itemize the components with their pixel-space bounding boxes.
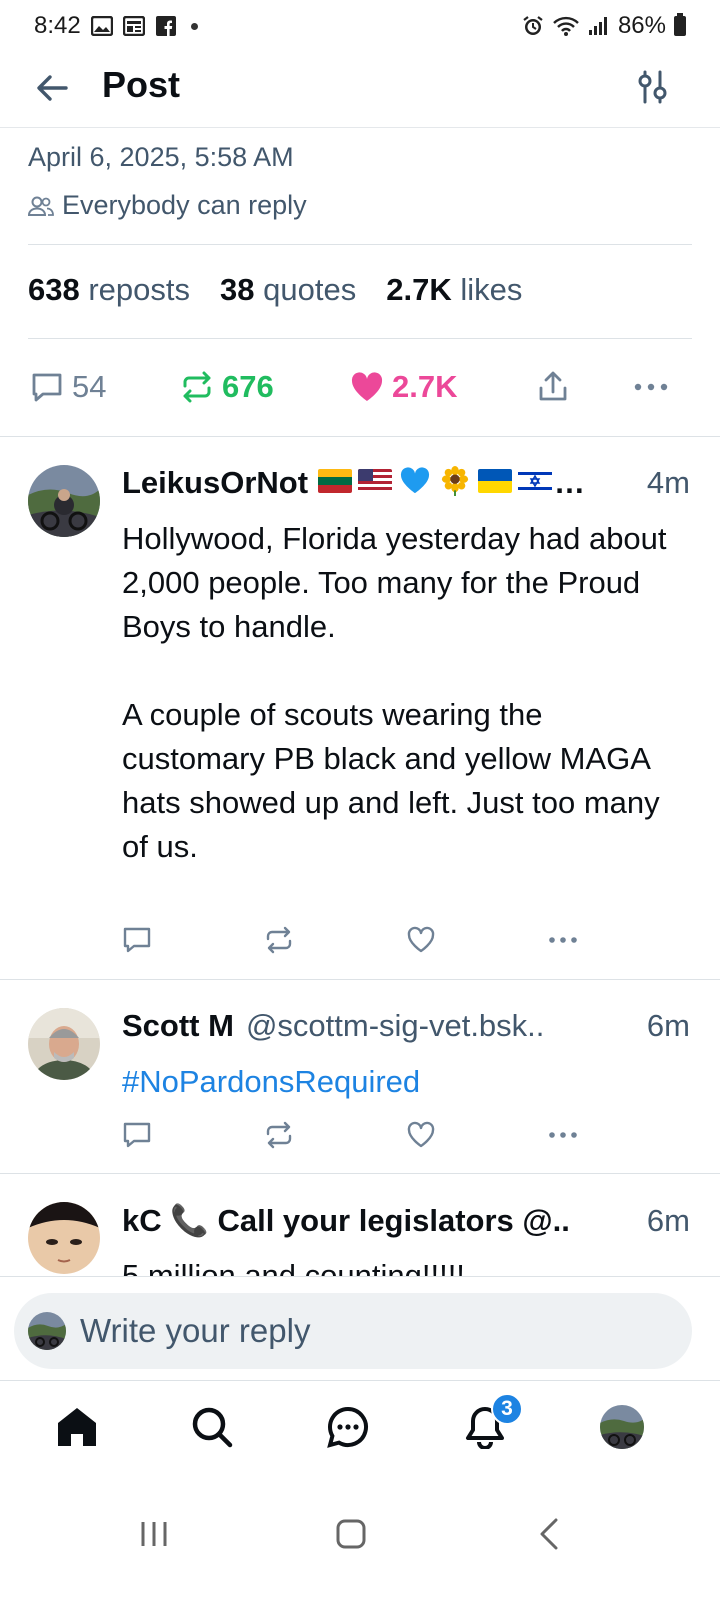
alarm-icon (522, 15, 544, 37)
share-button[interactable] (536, 362, 570, 412)
reply-time: 6m (646, 1008, 690, 1043)
ukraine-flag (478, 469, 513, 493)
repost-icon[interactable] (264, 1120, 294, 1150)
heart-icon[interactable] (406, 925, 436, 955)
nav-notifications[interactable]: 3 (461, 1393, 523, 1451)
battery-icon (674, 13, 686, 36)
blue-heart (400, 467, 430, 494)
back-button[interactable] (34, 70, 70, 106)
ellipsis-icon[interactable] (548, 925, 578, 955)
app-header: Post (0, 52, 720, 128)
gallery-icon (90, 15, 113, 37)
reply-text: Hollywood, Florida yesterday had about 2… (122, 521, 667, 864)
sunflower (441, 466, 469, 496)
battery-percent: 86% (617, 12, 666, 39)
home-button-icon[interactable] (331, 1514, 371, 1554)
reply-setting-label: Everybody can reply (62, 190, 307, 220)
reply-setting[interactable]: Everybody can reply (28, 190, 307, 221)
wifi-icon (552, 15, 580, 37)
author-name[interactable]: LeikusOrNot (122, 465, 308, 501)
home-icon (58, 1408, 96, 1446)
repost-icon[interactable] (264, 925, 294, 955)
nav-profile[interactable] (598, 1403, 646, 1451)
search-icon (192, 1407, 233, 1448)
my-avatar (28, 1312, 66, 1350)
nav-chat[interactable] (324, 1403, 372, 1451)
avatar[interactable] (28, 1008, 100, 1080)
reply-actions (122, 925, 592, 955)
status-bar: 8:42 86% (0, 0, 720, 52)
post-date: April 6, 2025, 5:58 AM (28, 142, 294, 172)
facebook-icon (155, 15, 177, 37)
sliders-icon (638, 70, 667, 104)
reply-time: 6m (646, 1203, 690, 1238)
status-time: 8:42 (34, 12, 81, 39)
comment-icon[interactable] (122, 925, 152, 955)
reply-item[interactable]: kC 📞 Call your legislators @.. 6m 5 mill… (0, 1174, 720, 1276)
reply-input-container[interactable] (14, 1293, 692, 1369)
system-nav-bar (0, 1484, 720, 1600)
author-handle[interactable]: @scottm-sig-vet.bsk.. (246, 1008, 544, 1044)
reply-time: 4m (646, 465, 690, 500)
arrow-left-icon (37, 75, 68, 101)
author-name[interactable]: Scott M (122, 1008, 234, 1044)
notification-badge: 3 (491, 1393, 523, 1425)
comment-icon (32, 373, 62, 402)
bottom-nav: 3 (0, 1380, 720, 1484)
reposts-stat[interactable]: 638 reposts (28, 272, 190, 308)
heart-filled-icon (351, 372, 383, 401)
thread-options-button[interactable] (636, 68, 670, 106)
profile-avatar (600, 1405, 644, 1449)
share-icon (539, 371, 567, 401)
avatar[interactable] (28, 465, 100, 537)
lithuania-flag (318, 469, 353, 493)
news-icon (122, 15, 145, 37)
more-options-button[interactable] (634, 362, 668, 412)
reply-header: LeikusOrNot … 4m (122, 465, 690, 501)
repost-button[interactable]: 676 (180, 362, 274, 412)
flag-emojis (312, 466, 553, 496)
usa-flag (358, 469, 393, 493)
like-button[interactable]: 2.7K (350, 362, 457, 412)
israel-flag (518, 469, 553, 493)
reply-header: Scott M @scottm-sig-vet.bsk.. 6m (122, 1008, 690, 1044)
avatar[interactable] (28, 1202, 100, 1274)
author-name[interactable]: kC 📞 Call your legislators @.. (122, 1202, 570, 1239)
ellipsis-icon (634, 383, 668, 391)
comment-icon[interactable] (122, 1120, 152, 1150)
reply-item[interactable]: LeikusOrNot … 4m Hollywood, Florida yest… (0, 437, 720, 979)
heart-icon[interactable] (406, 1120, 436, 1150)
comment-button[interactable]: 54 (30, 362, 106, 412)
nav-search[interactable] (188, 1403, 236, 1451)
reply-actions (122, 1120, 592, 1150)
notification-dot (190, 22, 198, 30)
signal-icon (588, 15, 610, 37)
post-stats: 638 reposts 38 quotes 2.7K likes (28, 272, 522, 308)
nav-home[interactable] (53, 1403, 101, 1451)
quotes-stat[interactable]: 38 quotes (220, 272, 356, 308)
divider (28, 244, 692, 245)
ellipsis-icon[interactable] (548, 1120, 578, 1150)
reply-text: 5 million and counting!!!!! (122, 1258, 465, 1276)
divider (28, 338, 692, 339)
reply-input[interactable] (80, 1312, 640, 1350)
hashtag-link[interactable]: #NoPardonsRequired (122, 1060, 682, 1104)
people-icon (28, 196, 54, 216)
reply-composer (0, 1276, 720, 1380)
post-actions: 54 676 2.7K (30, 362, 690, 412)
chat-icon (327, 1406, 368, 1448)
page-title: Post (102, 64, 181, 105)
reply-item[interactable]: Scott M @scottm-sig-vet.bsk.. 6m #NoPard… (0, 980, 720, 1173)
likes-stat[interactable]: 2.7K likes (386, 272, 522, 308)
reply-header: kC 📞 Call your legislators @.. 6m (122, 1202, 690, 1239)
back-nav-icon[interactable] (530, 1514, 570, 1554)
repost-icon (183, 371, 211, 403)
recent-apps-icon[interactable] (134, 1514, 174, 1554)
